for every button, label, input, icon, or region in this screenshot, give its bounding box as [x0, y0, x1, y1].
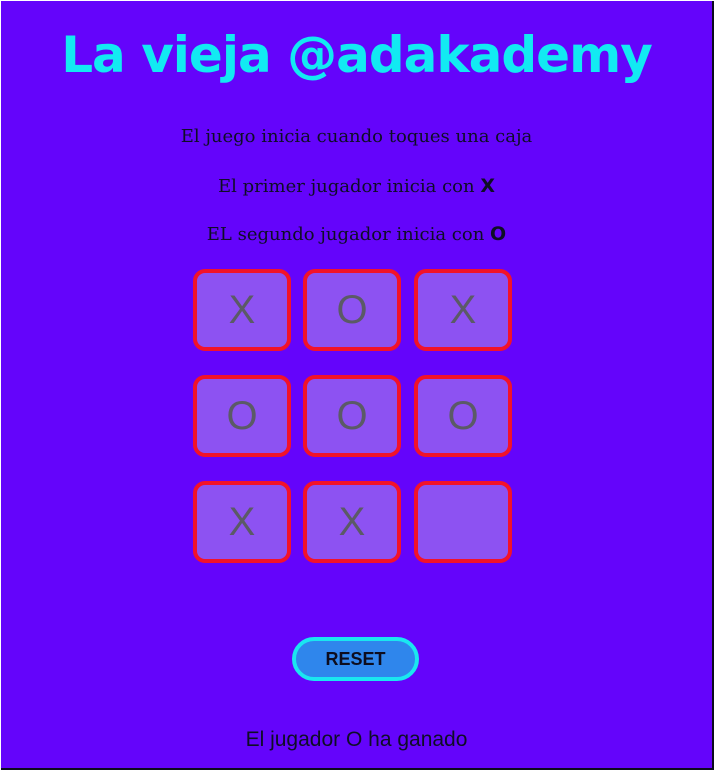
- second-player-symbol: O: [490, 223, 507, 245]
- first-player-symbol: X: [480, 175, 495, 197]
- reset-button[interactable]: RESET: [292, 637, 419, 681]
- board-cell-8[interactable]: X: [303, 481, 401, 563]
- instruction-second-player: EL segundo jugador inicia con O: [1, 223, 712, 246]
- board-cell-9[interactable]: [414, 481, 512, 563]
- instruction-first-player-text: El primer jugador inicia con: [218, 176, 475, 197]
- board-cell-1[interactable]: X: [193, 269, 291, 351]
- game-status: El jugador O ha ganado: [245, 728, 468, 751]
- game-container: La vieja @adakademy El juego inicia cuan…: [1, 1, 714, 770]
- board-cell-6[interactable]: O: [414, 375, 512, 457]
- board-cell-5[interactable]: O: [303, 375, 401, 457]
- board-cell-2[interactable]: O: [303, 269, 401, 351]
- instruction-first-player: El primer jugador inicia con X: [1, 175, 712, 198]
- page-title: La vieja @adakademy: [61, 26, 653, 84]
- instruction-start: El juego inicia cuando toques una caja: [1, 126, 712, 148]
- instruction-second-player-text: EL segundo jugador inicia con: [206, 224, 485, 245]
- instruction-start-text: El juego inicia cuando toques una caja: [180, 126, 533, 147]
- board-cell-7[interactable]: X: [193, 481, 291, 563]
- board-cell-3[interactable]: X: [414, 269, 512, 351]
- board-cell-4[interactable]: O: [193, 375, 291, 457]
